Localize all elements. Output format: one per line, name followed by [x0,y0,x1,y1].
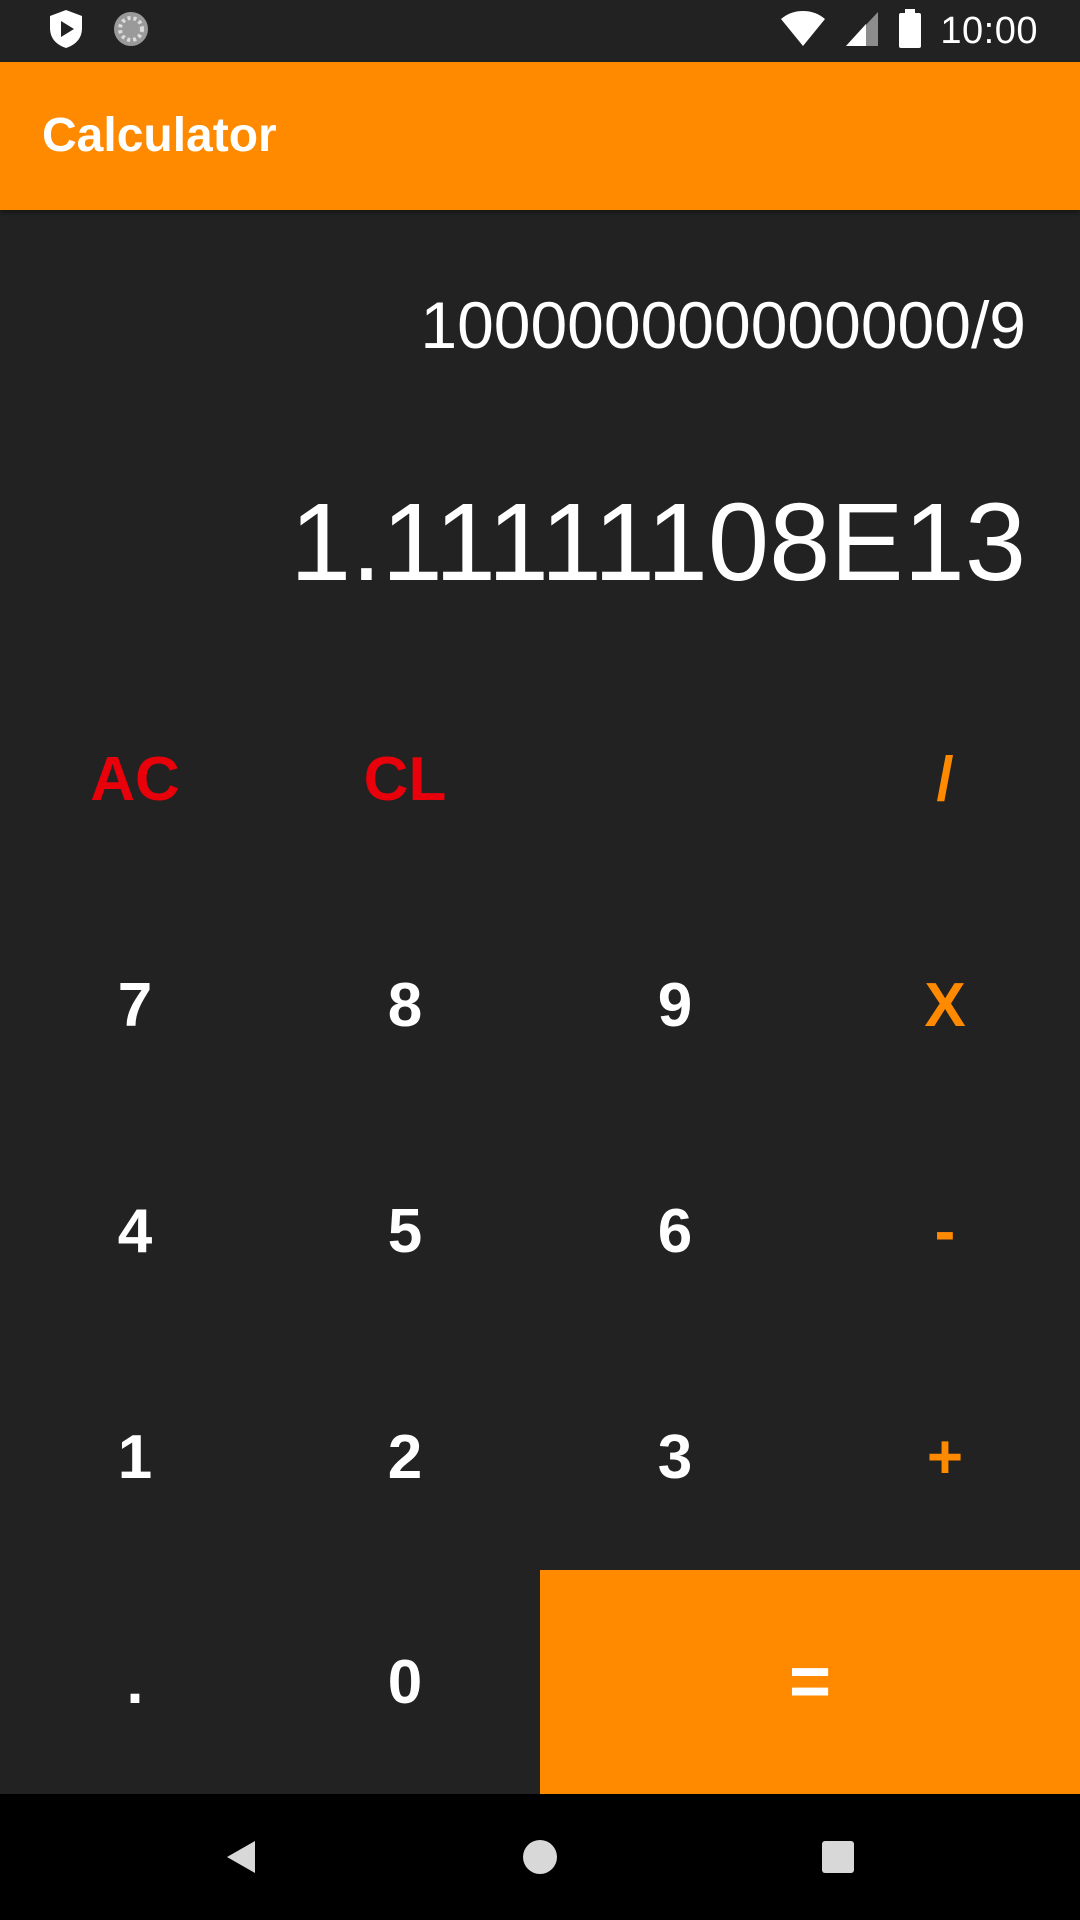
battery-icon [898,8,922,54]
back-icon[interactable] [208,1824,274,1890]
status-bar: 10:00 [0,0,1080,62]
digit-3-button[interactable]: 3 [540,1344,810,1570]
add-button[interactable]: + [810,1344,1080,1570]
digit-6-button[interactable]: 6 [540,1118,810,1344]
wifi-icon [780,10,826,53]
sync-circle-icon [112,10,150,53]
digit-0-button[interactable]: 0 [270,1570,540,1794]
divide-button[interactable]: / [810,666,1080,892]
all-clear-button[interactable]: AC [0,666,270,892]
expression-display: 100000000000000/9 [420,288,1026,362]
digit-9-button[interactable]: 9 [540,892,810,1118]
calculator-screen: 10:00 Calculator 100000000000000/9 1.111… [0,0,1080,1920]
digit-5-button[interactable]: 5 [270,1118,540,1344]
home-icon[interactable] [507,1824,573,1890]
digit-4-button[interactable]: 4 [0,1118,270,1344]
app-title: Calculator [42,109,277,162]
status-time: 10:00 [940,9,1038,52]
cellular-signal-icon [844,10,880,53]
status-right-icons: 10:00 [780,8,1038,54]
result-display: 1.11111108E13 [289,481,1026,604]
clear-button[interactable]: CL [270,666,540,892]
shield-play-icon [48,8,84,55]
digit-2-button[interactable]: 2 [270,1344,540,1570]
recents-icon[interactable] [805,1824,871,1890]
digit-8-button[interactable]: 8 [270,892,540,1118]
status-left-icons [48,8,150,55]
app-bar: Calculator [0,62,1080,210]
digit-7-button[interactable]: 7 [0,892,270,1118]
digit-1-button[interactable]: 1 [0,1344,270,1570]
empty-key-slot [540,666,810,892]
navigation-bar [0,1794,1080,1920]
equals-button[interactable]: = [540,1570,1080,1794]
keypad: AC CL / 7 8 9 X 4 5 6 - 1 2 3 + . 0 = [0,666,1080,1794]
decimal-point-button[interactable]: . [0,1570,270,1794]
multiply-button[interactable]: X [810,892,1080,1118]
subtract-button[interactable]: - [810,1118,1080,1344]
